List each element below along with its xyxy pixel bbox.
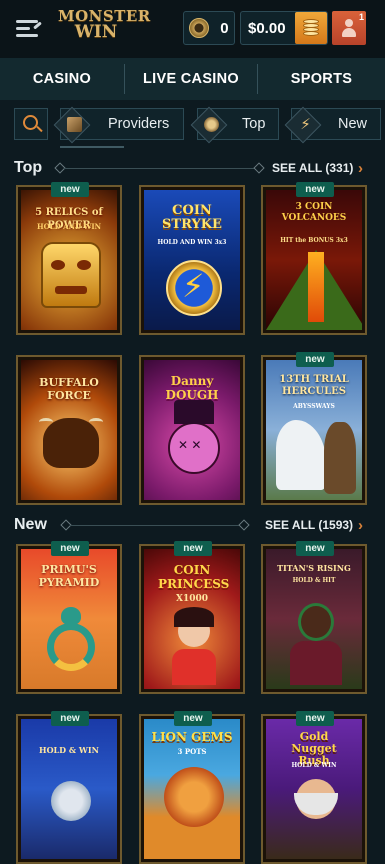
chevron-right-icon[interactable]: › (358, 160, 363, 177)
filter-providers-label: Providers (108, 116, 170, 132)
new-badge: new (174, 711, 212, 726)
coin-stack-icon (303, 19, 320, 37)
game-card[interactable]: Danny DOUGH ✕ ✕ (139, 355, 245, 505)
game-card[interactable]: new HOLD & WIN (16, 711, 122, 864)
game-thumbnail: 5 RELICS of POWER HOLD AND WIN (21, 190, 117, 330)
logo-line2: WIN (74, 22, 118, 42)
chevron-right-icon[interactable]: › (358, 517, 363, 534)
providers-icon (67, 117, 82, 132)
game-card[interactable]: new COIN PRINCESS X1000 (139, 541, 245, 694)
game-title: BUFFALO FORCE (39, 376, 99, 402)
section-title: Top (14, 159, 43, 176)
profile-button[interactable]: 1 (332, 11, 366, 45)
new-badge: new (296, 711, 334, 726)
tab-casino[interactable]: CASINO (0, 58, 124, 100)
section-title: New (14, 516, 47, 533)
top-bar: MONSTER WIN 0 $0.00 1 (0, 0, 385, 58)
game-subtitle: HOLD AND WIN 3x3 (157, 239, 227, 246)
game-title: COIN PRINCESS (158, 563, 230, 591)
game-title: TITAN'S RISING (277, 563, 351, 573)
game-thumbnail: Danny DOUGH ✕ ✕ (144, 360, 240, 500)
filter-new-label: New (338, 116, 368, 132)
game-title: PRIMU'S PYRAMID (38, 563, 100, 589)
game-card[interactable]: COIN STRYKE HOLD AND WIN 3x3 ⚡ (139, 185, 245, 335)
scroll-indicator (60, 146, 124, 148)
coins-button[interactable]: 0 (183, 11, 235, 45)
game-thumbnail: TITAN'S RISING HOLD & HIT (266, 549, 362, 689)
search-button[interactable] (14, 108, 48, 140)
new-badge: new (51, 711, 89, 726)
game-thumbnail: 3 COIN VOLCANOES HIT the BONUS 3x3 (266, 190, 362, 330)
see-all-link[interactable]: SEE ALL (1593) (265, 518, 353, 532)
game-title: 13TH TRIAL HERCULES (279, 374, 349, 397)
logo[interactable]: MONSTER WIN (58, 8, 150, 48)
game-card[interactable]: new Gold Nugget Rush HOLD & WIN (261, 711, 367, 864)
filter-bar: Providers Top ⚡ New (0, 100, 385, 150)
game-subtitle: ABYSSWAYS (293, 403, 335, 410)
tab-sports[interactable]: SPORTS (258, 58, 385, 100)
game-card[interactable]: new 13TH TRIAL HERCULES ABYSSWAYS (261, 352, 367, 505)
game-thumbnail: PRIMU'S PYRAMID (21, 549, 117, 689)
game-thumbnail: BUFFALO FORCE (21, 360, 117, 500)
game-card[interactable]: BUFFALO FORCE (16, 355, 122, 505)
game-subtitle: HIT the BONUS 3x3 (280, 237, 348, 244)
game-subtitle: HOLD AND WIN (36, 222, 101, 231)
game-subtitle: 3 POTS (177, 747, 207, 756)
notification-count: 1 (358, 12, 364, 22)
section-header-new: New SEE ALL (1593) › (0, 516, 385, 536)
tab-live-casino[interactable]: LIVE CASINO (125, 58, 257, 100)
game-thumbnail: LION GEMS 3 POTS (144, 719, 240, 859)
game-thumbnail: Gold Nugget Rush HOLD & WIN (266, 719, 362, 859)
game-subtitle: HOLD & WIN (291, 762, 337, 769)
new-badge: new (296, 541, 334, 556)
new-badge: new (51, 182, 89, 197)
game-thumbnail: 13TH TRIAL HERCULES ABYSSWAYS (266, 360, 362, 500)
filter-new[interactable]: ⚡ New (284, 106, 381, 144)
game-card[interactable]: new 5 RELICS of POWER HOLD AND WIN (16, 182, 122, 335)
search-icon (23, 115, 38, 130)
filter-providers[interactable]: Providers (53, 106, 184, 144)
new-badge: new (51, 541, 89, 556)
game-title: COIN STRYKE (162, 203, 222, 232)
filter-top[interactable]: Top (190, 106, 279, 144)
game-card[interactable]: new LION GEMS 3 POTS (139, 711, 245, 864)
main-nav: CASINO LIVE CASINO SPORTS (0, 58, 385, 100)
section-header-top: Top SEE ALL (331) › (0, 159, 385, 179)
lightning-icon: ⚡ (300, 116, 311, 133)
game-title: 3 COIN VOLCANOES (281, 202, 347, 223)
game-title: LION GEMS (151, 730, 233, 744)
game-title: Danny DOUGH (165, 374, 219, 402)
game-subtitle: HOLD & HIT (292, 577, 336, 584)
game-subtitle: X1000 (175, 594, 209, 604)
game-thumbnail: COIN STRYKE HOLD AND WIN 3x3 ⚡ (144, 190, 240, 330)
user-icon (342, 19, 356, 37)
new-badge: new (174, 541, 212, 556)
coin-count: 0 (220, 19, 229, 37)
balance-value: $0.00 (248, 19, 286, 37)
balance-widget[interactable]: $0.00 (240, 11, 328, 45)
new-badge: new (296, 352, 334, 367)
game-card[interactable]: new TITAN'S RISING HOLD & HIT (261, 541, 367, 694)
menu-icon[interactable] (16, 18, 42, 40)
game-card[interactable]: new PRIMU'S PYRAMID (16, 541, 122, 694)
game-card[interactable]: new 3 COIN VOLCANOES HIT the BONUS 3x3 (261, 182, 367, 335)
game-thumbnail: HOLD & WIN (21, 719, 117, 859)
filter-top-label: Top (242, 116, 266, 132)
game-title: HOLD & WIN (39, 745, 99, 755)
see-all-link[interactable]: SEE ALL (331) (272, 161, 353, 175)
deposit-button[interactable] (295, 12, 327, 44)
new-badge: new (296, 182, 334, 197)
game-thumbnail: COIN PRINCESS X1000 (144, 549, 240, 689)
coin-icon (189, 18, 210, 38)
trophy-icon (204, 117, 219, 132)
